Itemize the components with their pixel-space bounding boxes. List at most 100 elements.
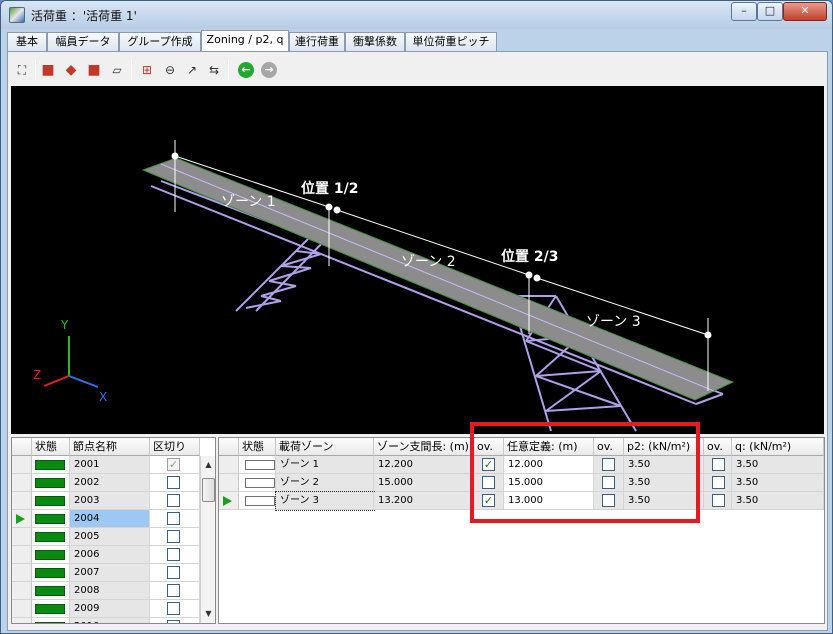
node-row-header[interactable] xyxy=(12,564,32,582)
outline-cube-icon[interactable]: ▱ xyxy=(109,62,125,78)
back-icon[interactable]: ← xyxy=(238,62,254,78)
node-name-cell[interactable]: 2004 xyxy=(70,510,150,528)
tab-basic[interactable]: 基本 xyxy=(7,32,47,51)
minimize-button[interactable]: – xyxy=(731,2,757,21)
break-checkbox[interactable] xyxy=(167,620,180,623)
tab-unit-pitch[interactable]: 単位荷重ピッチ xyxy=(405,32,497,51)
zone-ov3-cell xyxy=(704,456,732,474)
model-viewport[interactable]: ゾーン 1 位置 1/2 ゾーン 2 位置 2/3 ゾーン 3 Y Z X xyxy=(11,86,824,434)
close-button[interactable]: ✕ xyxy=(783,2,827,21)
toolbar-separator xyxy=(131,60,132,80)
left-pier-truss xyxy=(235,230,332,312)
title-bar[interactable]: 活荷重 ：'活荷重 1' – □ ✕ xyxy=(1,1,832,29)
zoom-window-icon[interactable]: ⊞ xyxy=(139,62,155,78)
status-indicator xyxy=(245,496,275,506)
node-name-cell[interactable]: 2005 xyxy=(70,528,150,546)
node-status-cell xyxy=(32,492,70,510)
tab-zoning[interactable]: Zoning / p2, q xyxy=(201,30,289,52)
break-checkbox[interactable] xyxy=(167,512,180,525)
zone-span-cell: 13.200 xyxy=(374,492,474,510)
zone-q-cell: 3.50 xyxy=(732,474,824,492)
tab-group[interactable]: グループ作成 xyxy=(119,32,201,51)
wire-cube-icon[interactable]: ◆ xyxy=(63,62,79,78)
node-name-cell[interactable]: 2002 xyxy=(70,474,150,492)
node-name-cell[interactable]: 2001 xyxy=(70,456,150,474)
zone-2-label: ゾーン 2 xyxy=(401,254,456,270)
node-row-header[interactable] xyxy=(12,474,32,492)
node-break-cell xyxy=(150,582,200,600)
axis-y-label: Y xyxy=(60,318,69,332)
q-header[interactable]: q: (kN/m²) xyxy=(732,438,824,456)
rotate-icon[interactable]: ↗ xyxy=(184,62,200,78)
scroll-thumb[interactable] xyxy=(202,478,215,502)
node-row-header[interactable] xyxy=(12,582,32,600)
node-row-header[interactable] xyxy=(12,546,32,564)
axis-x-label: X xyxy=(99,390,107,404)
override-checkbox[interactable] xyxy=(712,476,725,489)
node-name-cell[interactable]: 2009 xyxy=(70,600,150,618)
node-status-cell xyxy=(32,546,70,564)
override-checkbox[interactable] xyxy=(712,494,725,507)
tab-width-data[interactable]: 幅員データ xyxy=(47,32,119,51)
scroll-up-icon[interactable]: ▲ xyxy=(201,458,215,472)
node-row-header[interactable] xyxy=(12,528,32,546)
break-checkbox[interactable] xyxy=(167,494,180,507)
node-status-cell xyxy=(32,564,70,582)
solid-cube-icon[interactable]: ■ xyxy=(40,62,56,78)
tab-train-load[interactable]: 連行荷重 xyxy=(289,32,345,51)
node-name-cell[interactable]: 2006 xyxy=(70,546,150,564)
break-checkbox[interactable] xyxy=(167,566,180,579)
zone-row-header[interactable] xyxy=(219,474,239,492)
zone-status-header[interactable]: 状態 xyxy=(239,438,276,456)
break-checkbox[interactable] xyxy=(167,476,180,489)
bridge-model[interactable]: ゾーン 1 位置 1/2 ゾーン 2 位置 2/3 ゾーン 3 Y Z X xyxy=(11,86,824,434)
node-name-cell[interactable]: 2010 xyxy=(70,618,150,623)
zoom-out-icon[interactable]: ⊖ xyxy=(162,62,178,78)
zone-span-header[interactable]: ゾーン支間長: (m) xyxy=(374,438,474,456)
zone-row-header[interactable] xyxy=(219,492,239,510)
scroll-down-icon[interactable]: ▼ xyxy=(201,607,215,621)
node-status-header[interactable]: 状態 xyxy=(32,438,70,456)
zone-zone-cell: ゾーン 1 xyxy=(276,456,374,474)
node-row-header[interactable] xyxy=(12,600,32,618)
node-break-cell: ✓ xyxy=(150,456,200,474)
node-table-scrollbar[interactable]: ▲ ▼ xyxy=(200,456,215,623)
break-checkbox[interactable] xyxy=(167,548,180,561)
fit-all-icon[interactable]: ⛶ xyxy=(14,62,30,78)
node-name-cell[interactable]: 2003 xyxy=(70,492,150,510)
zone-1-label: ゾーン 1 xyxy=(221,194,276,210)
node-status-cell xyxy=(32,600,70,618)
row-header-corner xyxy=(12,438,32,456)
override-checkbox[interactable] xyxy=(712,458,725,471)
zone-status-cell xyxy=(239,456,276,474)
break-checkbox[interactable] xyxy=(167,602,180,615)
ov-3-header[interactable]: ov. xyxy=(704,438,732,456)
pan-icon[interactable]: ⇆ xyxy=(206,62,222,78)
row-header-corner xyxy=(219,438,239,456)
node-row-header[interactable] xyxy=(12,456,32,474)
current-row-arrow-icon xyxy=(223,496,232,506)
node-name-cell[interactable]: 2008 xyxy=(70,582,150,600)
break-checkbox[interactable] xyxy=(167,584,180,597)
shaded-cube-icon[interactable]: ■ xyxy=(86,62,102,78)
node-name-cell[interactable]: 2007 xyxy=(70,564,150,582)
zone-row-header[interactable] xyxy=(219,456,239,474)
break-checkbox[interactable] xyxy=(167,530,180,543)
current-row-arrow-icon xyxy=(16,514,25,524)
node-table: 状態 節点名称 区切り 2001 ✓ 2002 2003 2004 2005 2006 200… xyxy=(11,437,216,624)
node-row-header[interactable] xyxy=(12,510,32,528)
node-name-header[interactable]: 節点名称 xyxy=(70,438,150,456)
forward-icon[interactable]: → xyxy=(261,62,277,78)
maximize-button[interactable]: □ xyxy=(757,2,783,21)
zone-name-header[interactable]: 載荷ゾーン xyxy=(276,438,374,456)
node-break-header[interactable]: 区切り xyxy=(150,438,200,456)
node-row-header[interactable] xyxy=(12,618,32,623)
node-status-cell xyxy=(32,474,70,492)
toolbar-separator xyxy=(35,60,36,80)
window-title: 活荷重 ：'活荷重 1' xyxy=(31,9,137,23)
node-row-header[interactable] xyxy=(12,492,32,510)
status-indicator xyxy=(35,550,65,560)
tab-impact[interactable]: 衝撃係数 xyxy=(345,32,405,51)
position-1-label: 位置 1/2 xyxy=(301,180,358,197)
status-indicator xyxy=(35,514,65,524)
